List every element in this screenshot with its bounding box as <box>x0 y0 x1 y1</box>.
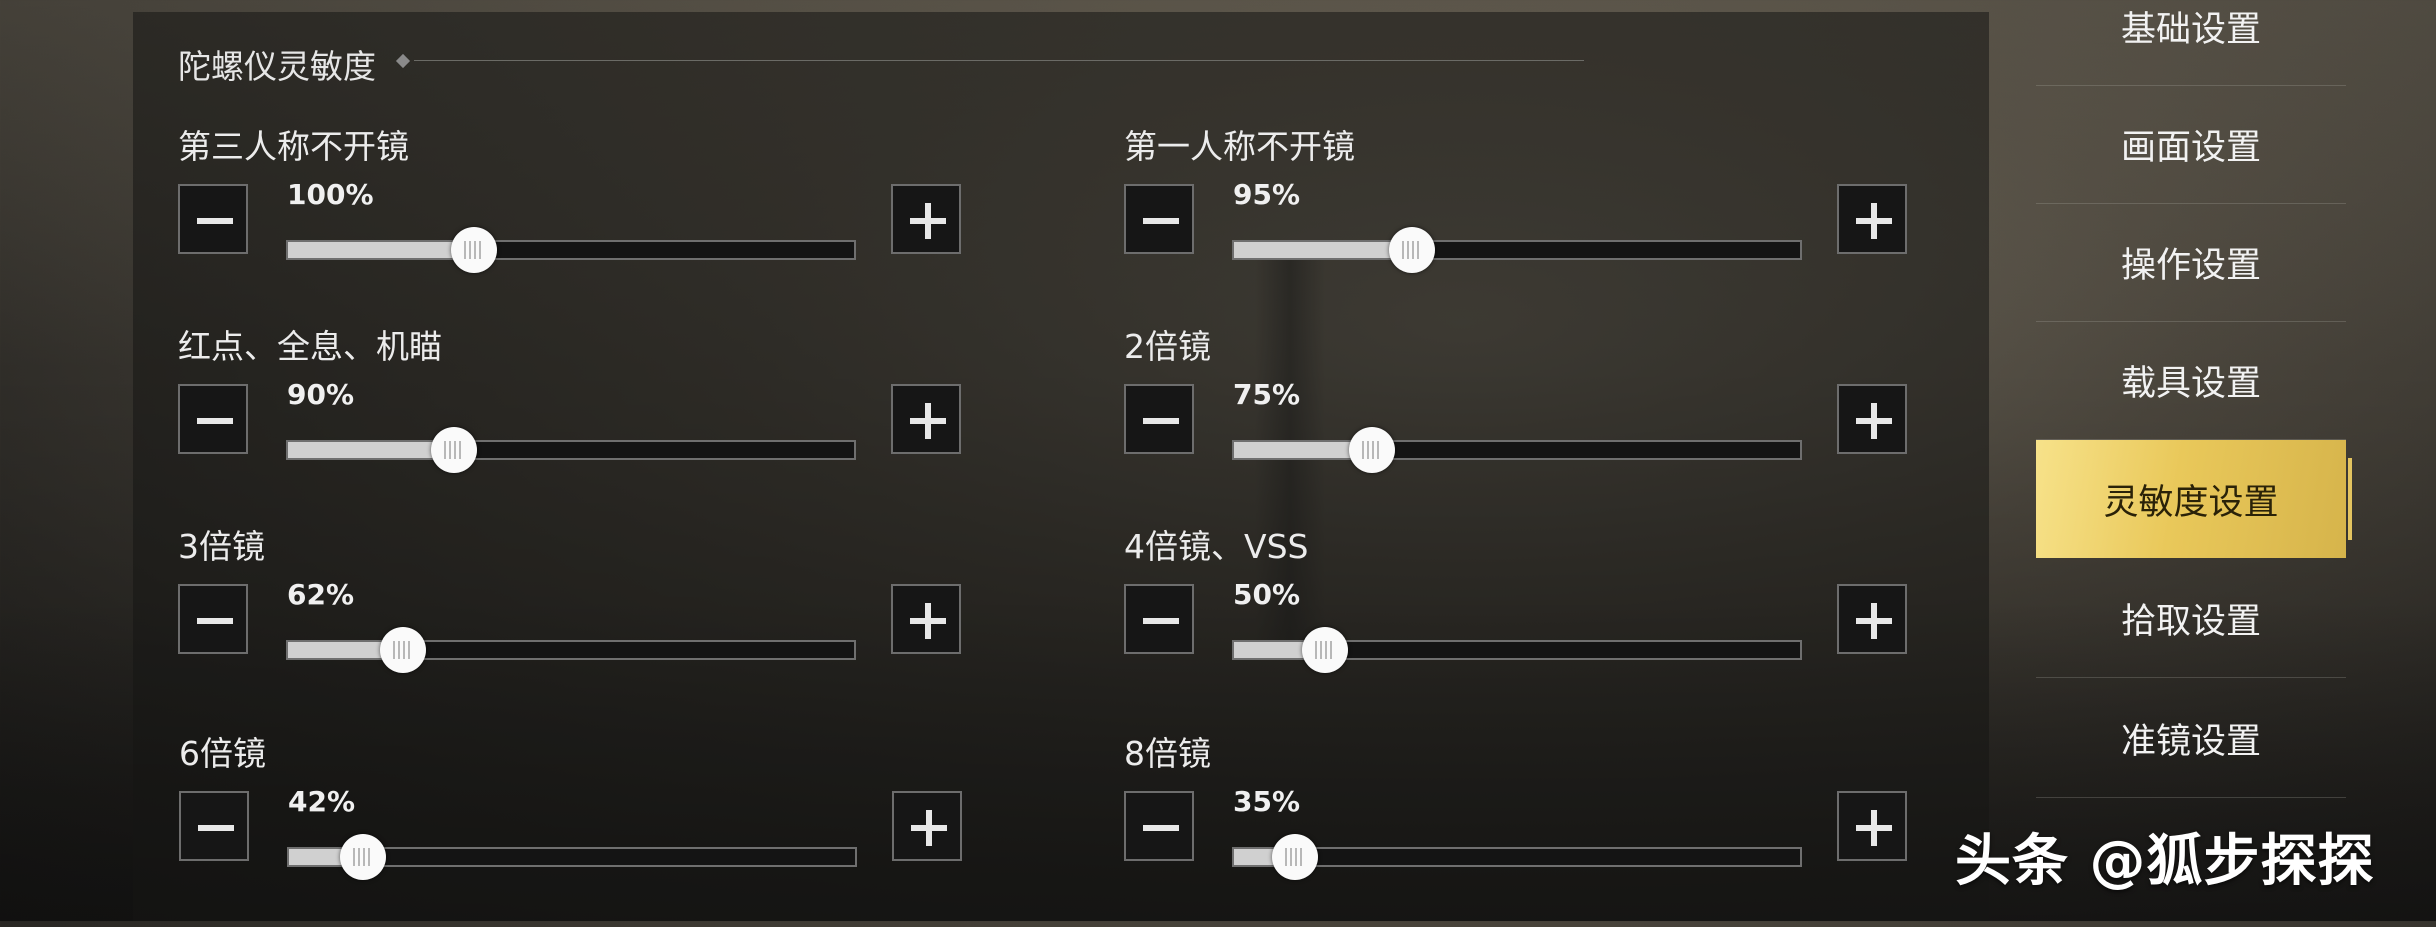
slider-value: 62% <box>287 578 355 611</box>
plus-icon-vertical <box>1871 810 1877 846</box>
sensitivity-slider-item: 第一人称不开镜 95% <box>1124 120 1924 320</box>
increase-button[interactable] <box>1837 184 1907 254</box>
sensitivity-slider-item: 3倍镜 62% <box>178 520 978 720</box>
sensitivity-slider-item: 6倍镜 42% <box>179 727 979 927</box>
slider-handle[interactable] <box>340 834 386 880</box>
slider-value: 90% <box>287 378 355 411</box>
nav-item-label: 拾取设置 <box>2120 602 2261 642</box>
slider-label: 2倍镜 <box>1124 327 1211 366</box>
slider-fill <box>288 242 476 258</box>
watermark: 头条 @狐步探探 <box>1955 829 2375 894</box>
slider-label: 4倍镜、VSS <box>1124 527 1309 566</box>
nav-item-label: 基础设置 <box>2120 10 2261 50</box>
sensitivity-slider-item: 8倍镜 35% <box>1124 727 1924 927</box>
nav-item-label: 载具设置 <box>2120 364 2261 404</box>
plus-icon-vertical <box>925 403 931 439</box>
plus-icon-vertical <box>1871 603 1877 639</box>
decrease-button[interactable] <box>1124 384 1194 454</box>
slider-track[interactable] <box>286 440 856 460</box>
minus-icon <box>1143 418 1179 424</box>
plus-icon-vertical <box>925 203 931 239</box>
slider-handle[interactable] <box>431 427 477 473</box>
nav-item[interactable]: 灵敏度设置 <box>2036 440 2352 558</box>
sensitivity-slider-item: 红点、全息、机瞄 90% <box>178 320 978 520</box>
minus-icon <box>1143 825 1179 831</box>
minus-icon <box>198 825 234 831</box>
slider-value: 95% <box>1233 178 1301 211</box>
nav-item-label: 准镜设置 <box>2120 722 2261 762</box>
increase-button[interactable] <box>1837 584 1907 654</box>
plus-icon-vertical <box>925 603 931 639</box>
slider-value: 75% <box>1233 378 1301 411</box>
nav-item-label: 操作设置 <box>2120 246 2261 286</box>
nav-item-label: 灵敏度设置 <box>2103 482 2279 523</box>
slider-label: 6倍镜 <box>179 734 266 773</box>
slider-handle[interactable] <box>1272 834 1318 880</box>
plus-icon-vertical <box>1871 403 1877 439</box>
title-divider <box>414 60 1584 61</box>
slider-label: 8倍镜 <box>1124 734 1211 773</box>
increase-button[interactable] <box>892 791 962 861</box>
decrease-button[interactable] <box>178 384 248 454</box>
minus-icon <box>197 418 233 424</box>
minus-icon <box>197 618 233 624</box>
slider-value: 35% <box>1233 785 1301 818</box>
increase-button[interactable] <box>1837 384 1907 454</box>
plus-icon-vertical <box>926 810 932 846</box>
slider-fill <box>1234 242 1414 258</box>
slider-track[interactable] <box>286 240 856 260</box>
sensitivity-slider-item: 4倍镜、VSS 50% <box>1124 520 1924 720</box>
nav-item[interactable]: 操作设置 <box>2036 204 2346 322</box>
settings-nav: 基础设置画面设置操作设置载具设置灵敏度设置拾取设置准镜设置 <box>2036 0 2352 921</box>
minus-icon <box>197 218 233 224</box>
decrease-button[interactable] <box>1124 791 1194 861</box>
slider-label: 红点、全息、机瞄 <box>178 327 442 366</box>
nav-item[interactable]: 画面设置 <box>2036 86 2346 204</box>
slider-handle[interactable] <box>1349 427 1395 473</box>
nav-item[interactable]: 基础设置 <box>2036 0 2346 86</box>
slider-handle[interactable] <box>451 227 497 273</box>
nav-item-label: 画面设置 <box>2120 128 2261 168</box>
slider-label: 3倍镜 <box>178 527 265 566</box>
sensitivity-slider-item: 第三人称不开镜 100% <box>178 120 978 320</box>
sensitivity-slider-item: 2倍镜 75% <box>1124 320 1924 520</box>
plus-icon-vertical <box>1871 203 1877 239</box>
slider-label: 第三人称不开镜 <box>178 127 409 166</box>
decrease-button[interactable] <box>1124 184 1194 254</box>
slider-value: 42% <box>288 785 356 818</box>
increase-button[interactable] <box>891 584 961 654</box>
slider-handle[interactable] <box>1389 227 1435 273</box>
decrease-button[interactable] <box>178 584 248 654</box>
increase-button[interactable] <box>891 384 961 454</box>
slider-handle[interactable] <box>1302 627 1348 673</box>
decrease-button[interactable] <box>179 791 249 861</box>
slider-track[interactable] <box>286 640 856 660</box>
section-title: 陀螺仪灵敏度 <box>178 47 376 86</box>
nav-item[interactable]: 拾取设置 <box>2036 560 2346 678</box>
increase-button[interactable] <box>891 184 961 254</box>
nav-item[interactable]: 准镜设置 <box>2036 680 2346 798</box>
slider-track[interactable] <box>1232 240 1802 260</box>
decrease-button[interactable] <box>178 184 248 254</box>
minus-icon <box>1143 218 1179 224</box>
slider-value: 100% <box>287 178 374 211</box>
decrease-button[interactable] <box>1124 584 1194 654</box>
slider-value: 50% <box>1233 578 1301 611</box>
slider-handle[interactable] <box>380 627 426 673</box>
nav-item[interactable]: 载具设置 <box>2036 322 2346 440</box>
increase-button[interactable] <box>1837 791 1907 861</box>
slider-track[interactable] <box>1232 440 1802 460</box>
slider-label: 第一人称不开镜 <box>1124 127 1355 166</box>
minus-icon <box>1143 618 1179 624</box>
